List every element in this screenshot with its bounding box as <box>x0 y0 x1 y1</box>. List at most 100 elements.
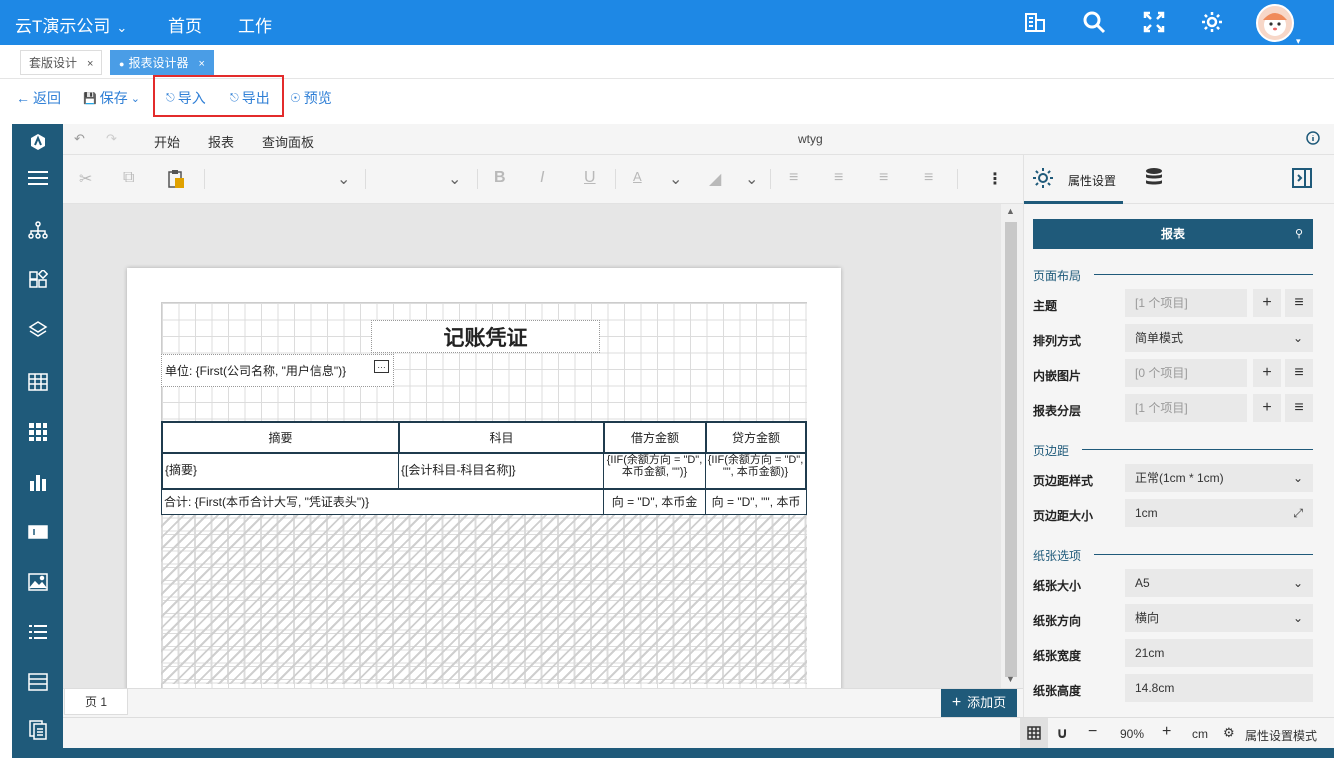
building-icon[interactable] <box>1021 8 1049 36</box>
database-icon[interactable] <box>1144 167 1164 192</box>
images-field[interactable]: [0 个项目] <box>1125 359 1247 387</box>
scrollbar-thumb[interactable] <box>1005 222 1017 677</box>
cell-account[interactable]: {[会计科目-科目名称]} <box>399 454 604 489</box>
expand-icon[interactable]: ⤢ <box>1293 499 1303 527</box>
cut-icon[interactable]: ✂ <box>79 169 92 189</box>
nav-work[interactable]: 工作 <box>232 12 278 49</box>
cell-total-debit[interactable]: 向 = "D", 本币金 <box>604 490 706 515</box>
report-title[interactable]: 记账凭证 <box>371 320 600 353</box>
italic-icon[interactable]: I <box>540 169 544 187</box>
theme-field[interactable]: [1 个项目] <box>1125 289 1247 317</box>
snap-icon[interactable]: ∪ <box>1056 724 1068 742</box>
margin-size-field[interactable]: 1cm ⤢ <box>1125 499 1313 527</box>
layers-list-icon[interactable]: ≡ <box>1285 394 1313 422</box>
chevron-down-icon[interactable]: ⌄ <box>745 169 758 189</box>
add-theme-button[interactable]: + <box>1253 289 1281 317</box>
zoom-in-icon[interactable]: + <box>1162 723 1171 741</box>
add-image-button[interactable]: + <box>1253 359 1281 387</box>
undo-icon[interactable]: ↶ <box>74 131 85 147</box>
textbox-icon[interactable] <box>26 520 50 544</box>
add-page-button[interactable]: + 添加页 <box>941 689 1017 717</box>
document-icon[interactable] <box>26 718 50 742</box>
images-list-icon[interactable]: ≡ <box>1285 359 1313 387</box>
redo-icon[interactable]: ↷ <box>106 131 117 147</box>
form-icon[interactable] <box>26 670 50 694</box>
design-canvas[interactable]: 记账凭证 单位: {First(公司名称, "用户信息")} … 摘要 科目 借… <box>63 204 1001 688</box>
layers-field[interactable]: [1 个项目] <box>1125 394 1247 422</box>
margin-style-select[interactable]: 正常(1cm * 1cm) ⌄ <box>1125 464 1313 492</box>
zoom-level[interactable]: 90% <box>1120 727 1144 741</box>
cell-total-credit[interactable]: 向 = "D", "", 本币 <box>706 490 807 515</box>
paste-icon[interactable] <box>167 169 185 194</box>
scroll-down-icon[interactable]: ▼ <box>1006 674 1015 684</box>
align-center-icon[interactable]: ≡ <box>834 169 843 187</box>
components-icon[interactable] <box>26 268 50 292</box>
align-left-icon[interactable]: ≡ <box>789 169 798 187</box>
unit-field[interactable]: 单位: {First(公司名称, "用户信息")} <box>161 354 394 387</box>
cell-debit[interactable]: {IIF(余额方向 = "D", 本币金额, "")} <box>604 454 706 489</box>
ribbon-tab-query-panel[interactable]: 查询面板 <box>262 132 314 151</box>
menu-icon[interactable] <box>26 166 50 190</box>
more-icon[interactable]: ⋮ <box>987 169 1003 189</box>
more-options-icon[interactable]: … <box>374 360 389 373</box>
zoom-out-icon[interactable]: − <box>1088 723 1097 741</box>
align-right-icon[interactable]: ≡ <box>879 169 888 187</box>
ribbon-tab-report[interactable]: 报表 <box>208 132 234 151</box>
font-family-dropdown[interactable]: ⌄ <box>337 169 350 189</box>
tab-properties[interactable]: 属性设置 <box>1068 172 1116 189</box>
bold-icon[interactable]: B <box>494 169 506 187</box>
report-paper[interactable]: 记账凭证 单位: {First(公司名称, "用户信息")} … 摘要 科目 借… <box>127 268 841 688</box>
panel-toggle-icon[interactable] <box>1292 168 1312 191</box>
paper-width-field[interactable]: 21cm <box>1125 639 1313 667</box>
search-icon[interactable]: ⚲ <box>1295 219 1303 249</box>
avatar[interactable] <box>1256 4 1294 42</box>
underline-icon[interactable]: U <box>584 169 596 187</box>
align-justify-icon[interactable]: ≡ <box>924 169 933 187</box>
grid-icon[interactable] <box>26 420 50 444</box>
info-icon[interactable] <box>1306 131 1320 148</box>
settings-icon[interactable] <box>1198 8 1226 36</box>
save-button[interactable]: 💾 保存 ⌄ <box>83 88 140 108</box>
font-color-icon[interactable]: A <box>633 169 642 184</box>
arrange-select[interactable]: 简单模式 ⌄ <box>1125 324 1313 352</box>
header-debit[interactable]: 借方金额 <box>604 421 706 454</box>
cell-total[interactable]: 合计: {First(本币合计大写, "凭证表头")} <box>161 490 604 515</box>
copy-icon[interactable]: ⧉ <box>123 169 134 187</box>
image-icon[interactable] <box>26 570 50 594</box>
close-icon[interactable]: × <box>198 58 204 70</box>
tree-icon[interactable] <box>26 218 50 242</box>
ribbon-tab-start[interactable]: 开始 <box>147 132 187 159</box>
header-summary[interactable]: 摘要 <box>161 421 399 454</box>
preview-button[interactable]: ☉ 预览 <box>290 88 332 108</box>
gear-icon[interactable] <box>1032 167 1054 192</box>
header-credit[interactable]: 贷方金额 <box>706 421 807 454</box>
add-layer-button[interactable]: + <box>1253 394 1281 422</box>
page-tab[interactable]: 页 1 <box>64 689 128 715</box>
selected-object[interactable]: 报表 ⚲ <box>1033 219 1313 249</box>
back-button[interactable]: ← 返回 <box>16 88 61 108</box>
header-account[interactable]: 科目 <box>399 421 604 454</box>
theme-list-icon[interactable]: ≡ <box>1285 289 1313 317</box>
list-icon[interactable] <box>26 620 50 644</box>
grid-toggle-icon[interactable] <box>1020 718 1048 748</box>
company-switcher[interactable]: 云T演示公司 ⌄ <box>15 12 127 37</box>
close-icon[interactable]: × <box>87 58 93 70</box>
layers-icon[interactable] <box>26 318 50 342</box>
cell-summary[interactable]: {摘要} <box>161 454 399 489</box>
paper-size-select[interactable]: A5 ⌄ <box>1125 569 1313 597</box>
paper-height-field[interactable]: 14.8cm <box>1125 674 1313 702</box>
unit-selector[interactable]: cm <box>1192 727 1208 741</box>
nav-home[interactable]: 首页 <box>168 12 202 37</box>
scroll-up-icon[interactable]: ▲ <box>1006 206 1015 216</box>
vertical-scrollbar[interactable]: ▲ ▼ <box>1001 204 1023 688</box>
property-mode[interactable]: 属性设置模式 <box>1245 727 1317 744</box>
chevron-down-icon[interactable]: ⌄ <box>669 169 682 189</box>
table-icon[interactable] <box>26 370 50 394</box>
orientation-select[interactable]: 横向 ⌄ <box>1125 604 1313 632</box>
tab-template-design[interactable]: 套版设计 × <box>20 50 103 75</box>
font-size-dropdown[interactable]: ⌄ <box>448 169 461 189</box>
search-icon[interactable] <box>1080 8 1108 36</box>
cell-credit[interactable]: {IIF(余额方向 = "D", "", 本币金额)} <box>706 454 807 489</box>
bar-chart-icon[interactable] <box>26 470 50 494</box>
fullscreen-icon[interactable] <box>1140 8 1168 36</box>
